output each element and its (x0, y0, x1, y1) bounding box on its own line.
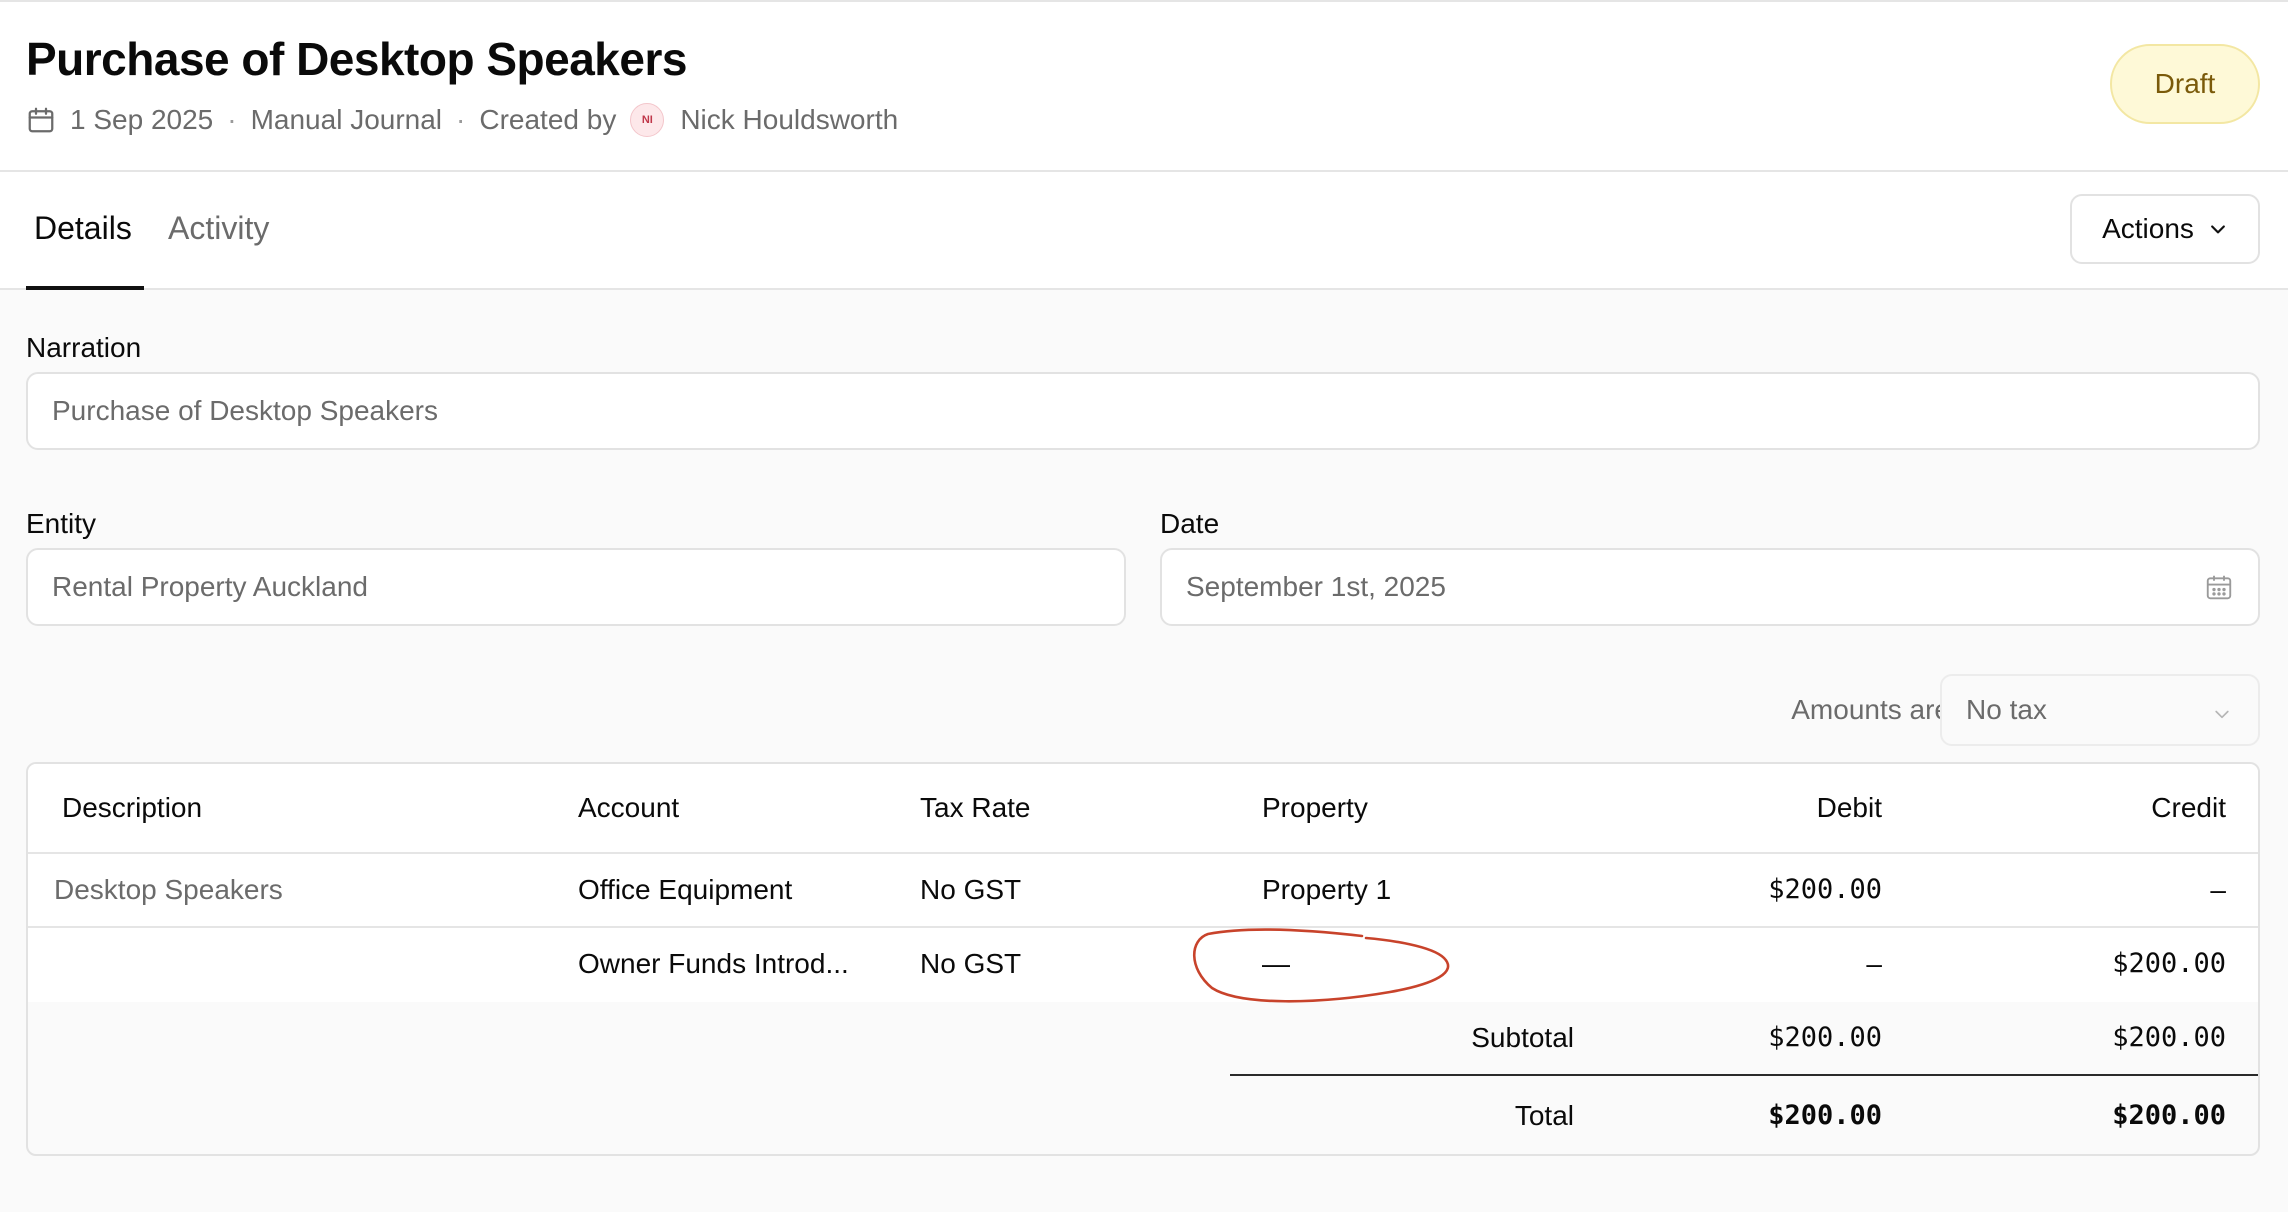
total-label: Total (1514, 1100, 1574, 1131)
date-value: September 1st, 2025 (1186, 571, 1446, 602)
journal-lines-table: Description Account Tax Rate Property De… (26, 762, 2260, 1156)
chevron-down-icon (2210, 225, 2225, 234)
chevron-down-icon (2215, 710, 2229, 719)
total-credit: $200.00 (2112, 1100, 2226, 1131)
meta-separator: · (227, 104, 237, 135)
line-tax-rate[interactable]: No GST (920, 874, 1021, 906)
journal-date: 1 Sep 2025 (70, 104, 214, 135)
line-property[interactable]: Property 1 (1262, 874, 1391, 906)
line-credit[interactable]: – (2210, 874, 2226, 906)
line-account[interactable]: Owner Funds Introd... (578, 948, 849, 980)
column-header-debit: Debit (1816, 792, 1882, 823)
page-title: Purchase of Desktop Speakers (26, 33, 687, 85)
subtotal-credit: $200.00 (2112, 1022, 2226, 1053)
entity-select[interactable]: Rental Property Auckland (26, 548, 1126, 626)
calendar-icon[interactable] (2204, 572, 2234, 602)
tab-details[interactable]: Details (34, 210, 132, 247)
avatar: NI (630, 103, 665, 137)
line-tax-rate[interactable]: No GST (920, 948, 1021, 980)
narration-label: Narration (26, 332, 142, 363)
subtotal-label: Subtotal (1471, 1022, 1574, 1053)
narration-value: Purchase of Desktop Speakers (52, 395, 438, 426)
column-header-credit: Credit (2151, 792, 2226, 823)
status-badge: Draft (2110, 44, 2260, 124)
actions-button[interactable]: Actions (2070, 194, 2260, 264)
line-credit[interactable]: $200.00 (2112, 948, 2226, 979)
column-header-account: Account (578, 792, 680, 823)
journal-meta: 1 Sep 2025 · Manual Journal · Created by… (26, 102, 898, 138)
column-header-property: Property (1262, 792, 1368, 823)
tax-mode-select[interactable]: No tax (1940, 674, 2260, 746)
table-header-row: Description Account Tax Rate Property De… (28, 764, 2258, 854)
total-debit: $200.00 (1768, 1100, 1882, 1131)
active-tab-indicator (26, 286, 144, 290)
creator-name: Nick Houldsworth (680, 104, 899, 135)
entity-value: Rental Property Auckland (52, 571, 368, 602)
table-row[interactable]: Owner Funds Introd... No GST — – $200.00 (28, 928, 2258, 1002)
entity-label: Entity (26, 508, 97, 539)
journal-type: Manual Journal (250, 104, 443, 135)
subtotal-debit: $200.00 (1768, 1022, 1882, 1053)
line-debit[interactable]: – (1866, 948, 1882, 980)
table-row[interactable]: Desktop Speakers Office Equipment No GST… (28, 854, 2258, 928)
calendar-icon (28, 107, 54, 133)
column-header-tax-rate: Tax Rate (920, 792, 1031, 823)
line-description[interactable]: Desktop Speakers (54, 874, 283, 906)
meta-separator: · (456, 104, 466, 135)
line-account[interactable]: Office Equipment (578, 874, 792, 906)
line-debit[interactable]: $200.00 (1768, 874, 1882, 905)
date-label: Date (1160, 508, 1220, 539)
tab-bar: Details Activity Actions (0, 172, 2288, 290)
narration-input[interactable]: Purchase of Desktop Speakers (26, 372, 2260, 450)
line-property[interactable]: — (1262, 948, 1290, 980)
date-picker[interactable]: September 1st, 2025 (1160, 548, 2260, 626)
total-divider (1230, 1074, 2258, 1076)
column-header-description: Description (62, 792, 203, 823)
created-by-label: Created by (479, 104, 617, 135)
tax-mode-value: No tax (1966, 694, 2047, 725)
page-header: Purchase of Desktop Speakers 1 Sep 2025 … (0, 0, 2288, 172)
amounts-are-label: Amounts are (1791, 694, 1950, 725)
actions-label: Actions (2102, 213, 2194, 244)
tab-activity[interactable]: Activity (168, 210, 269, 247)
